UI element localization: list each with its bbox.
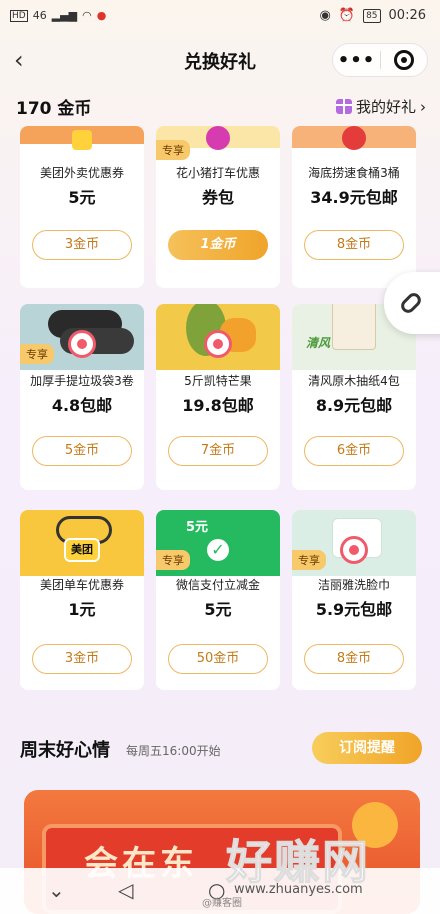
coin-balance: 170 金币 (16, 99, 92, 119)
redeem-button[interactable]: 8金币 (304, 230, 404, 260)
redeem-button[interactable]: 6金币 (304, 436, 404, 466)
weibo-notification-icon: ● (96, 9, 107, 22)
product-price: 券包 (201, 188, 234, 207)
wifi-icon: ◠ (82, 9, 92, 22)
clock: 00:26 (388, 8, 426, 23)
store-logo-icon (340, 536, 368, 564)
more-button[interactable]: ••• (333, 50, 380, 71)
product-price: 19.8包邮 (182, 396, 254, 415)
chevron-right-icon: › (420, 97, 426, 116)
weekend-schedule: 每周五16:00开始 (126, 744, 221, 758)
redeem-button[interactable]: 1金币 (168, 230, 268, 260)
store-logo-icon (204, 330, 232, 358)
product-card[interactable]: 专享 洁丽雅洗脸巾 5.9元包邮 8金币 (292, 510, 416, 690)
redeem-button[interactable]: 3金币 (32, 230, 132, 260)
signal-icon: ▂▄▆ (51, 9, 78, 22)
special-badge: 专享 (156, 140, 190, 160)
product-card[interactable]: 专享 加厚手提垃圾袋3卷 4.8包邮 5金币 (20, 304, 144, 490)
product-card[interactable]: 海底捞速食桶3桶 34.9元包邮 8金币 (292, 126, 416, 288)
special-badge: 专享 (156, 550, 190, 570)
weekend-section-title: 周末好心情 (20, 740, 110, 761)
product-title: 加厚手提垃圾袋3卷 (30, 374, 134, 388)
gift-icon (335, 99, 352, 114)
product-card[interactable]: 专享 花小猪打车优惠 券包 1金币 (156, 126, 280, 288)
share-link-button[interactable] (384, 272, 440, 334)
subscribe-button[interactable]: 订阅提醒 (312, 732, 422, 764)
product-card[interactable]: 5斤凯特芒果 19.8包邮 7金币 (156, 304, 280, 490)
target-icon (393, 50, 414, 70)
product-price: 1元 (68, 600, 96, 619)
my-gifts-label: 我的好礼 (355, 98, 416, 116)
product-title: 海底捞速食桶3桶 (308, 166, 400, 180)
weibo-watermark: @赚客圈 (202, 898, 242, 909)
nav-bar: ‹ 兑换好礼 ••• (0, 40, 440, 80)
signal-indicators: HD 46 ▂▄▆ ◠ ● (10, 9, 106, 22)
battery-level: 85 (363, 8, 381, 23)
product-title: 微信支付立减金 (175, 578, 260, 592)
redeem-button[interactable]: 50金币 (168, 644, 268, 674)
product-price: 5.9元包邮 (315, 600, 393, 619)
wechat-pay-icon: ✓ (204, 536, 232, 564)
link-icon (398, 290, 424, 316)
eye-icon: ◉ (319, 8, 331, 23)
my-gifts-link[interactable]: 我的好礼 › (335, 96, 426, 117)
redeem-button[interactable]: 5金币 (32, 436, 132, 466)
tissue-pack-image (332, 304, 376, 350)
product-card[interactable]: 美团 美团单车优惠券 1元 3金币 (20, 510, 144, 690)
wechat-amount-label: 5元 (186, 520, 209, 535)
product-card[interactable]: 美团外卖优惠券 5元 3金币 (20, 126, 144, 288)
miniprogram-capsule: ••• (332, 43, 428, 77)
special-badge: 专享 (20, 344, 54, 364)
product-price: 4.8包邮 (51, 396, 113, 415)
product-price: 5元 (68, 188, 96, 207)
back-triangle-icon[interactable]: ◁ (118, 878, 133, 902)
close-button[interactable] (381, 50, 427, 70)
status-bar: HD 46 ▂▄▆ ◠ ● ◉ ⏰ 85 00:26 (0, 0, 440, 34)
product-title: 5斤凯特芒果 (184, 374, 252, 388)
redeem-button[interactable]: 7金币 (168, 436, 268, 466)
meituan-logo-icon (72, 130, 92, 150)
alarm-icon: ⏰ (338, 8, 356, 23)
product-price: 8.9元包邮 (315, 396, 393, 415)
product-title: 美团单车优惠券 (39, 578, 124, 592)
coin-bar: 170 金币 我的好礼 › (0, 92, 440, 122)
watermark-url: www.zhuanyes.com (234, 882, 363, 897)
haidilao-logo-icon (342, 126, 366, 150)
product-title: 美团外卖优惠券 (39, 166, 124, 180)
meituan-badge: 美团 (64, 538, 100, 562)
product-title: 花小猪打车优惠 (175, 166, 260, 180)
status-right: ◉ ⏰ 85 00:26 (320, 8, 426, 23)
special-badge: 专享 (292, 550, 326, 570)
product-title: 洁丽雅洗脸巾 (317, 578, 390, 592)
redeem-button[interactable]: 8金币 (304, 644, 404, 674)
store-logo-icon (68, 330, 96, 358)
product-price: 34.9元包邮 (310, 188, 398, 207)
huaxiaozhu-logo-icon (206, 126, 230, 150)
product-card[interactable]: 清风 清风原木抽纸4包 8.9元包邮 6金币 (292, 304, 416, 490)
product-price: 5元 (204, 600, 232, 619)
hd-icon: HD (10, 9, 28, 22)
chevron-down-icon[interactable]: ⌄ (48, 878, 65, 902)
network-label: 46 (32, 9, 47, 22)
redeem-button[interactable]: 3金币 (32, 644, 132, 674)
qingfeng-label: 清风 (306, 336, 331, 350)
product-card[interactable]: 5元 专享 ✓ 微信支付立减金 5元 50金币 (156, 510, 280, 690)
product-title: 清风原木抽纸4包 (308, 374, 400, 388)
